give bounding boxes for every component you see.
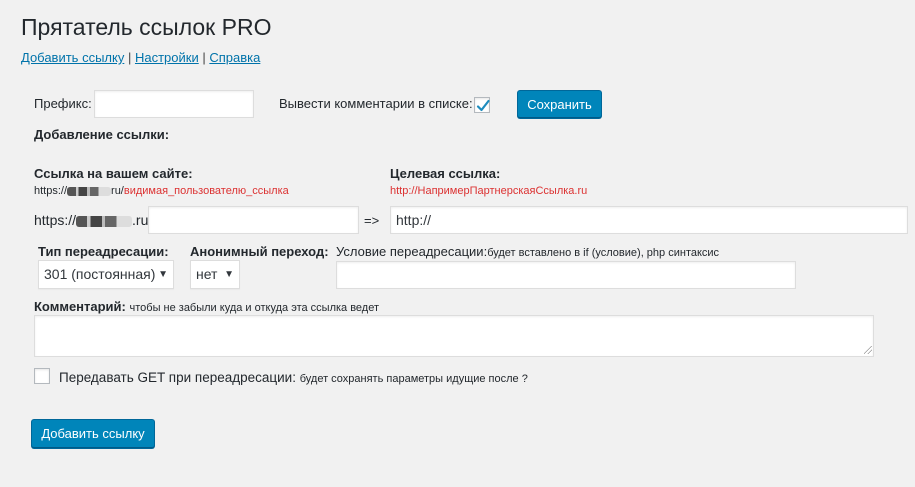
site-link-example-prefix: https:// [34, 185, 68, 197]
checkmark-icon [476, 99, 490, 112]
target-link-input[interactable] [390, 206, 908, 234]
anon-value: нет [196, 266, 218, 282]
nav-links: Добавить ссылку | Настройки | Справка [21, 50, 260, 65]
get-params-label-wrap: Передавать GET при переадресации: будет … [59, 370, 528, 385]
site-prefix-scheme: https:// [34, 212, 77, 228]
anon-select[interactable]: нет ▼ [190, 260, 240, 289]
add-link-heading: Добавление ссылки: [34, 127, 170, 142]
target-link-example: http://НапримерПартнерскаяСсылка.ru [390, 185, 588, 197]
caret-down-icon: ▼ [158, 269, 168, 280]
nav-separator: | [202, 50, 206, 65]
site-link-example: https:// ru/видимая_пользователю_ссылка [34, 185, 289, 197]
resize-handle-icon[interactable] [864, 346, 872, 354]
add-link-button[interactable]: Добавить ссылку [31, 419, 155, 448]
site-link-example-suffix: ru/ [111, 185, 124, 197]
get-params-checkbox[interactable] [34, 368, 50, 384]
nav-separator: | [127, 50, 132, 65]
site-link-example-path: видимая_пользователю_ссылка [123, 185, 289, 197]
page-title: Прятатель ссылок PRO [21, 14, 272, 40]
site-prefix: https://.ru/ [34, 212, 152, 228]
nav-add-link[interactable]: Добавить ссылку [21, 50, 124, 65]
masked-domain [67, 186, 112, 196]
prefix-input[interactable] [94, 90, 254, 118]
comment-label: Комментарий: [34, 299, 126, 314]
get-params-label: Передавать GET при переадресации: [59, 370, 296, 385]
redirect-type-label: Тип переадресации: [38, 244, 169, 259]
redirect-type-value: 301 (постоянная) [44, 266, 156, 282]
redirect-type-select[interactable]: 301 (постоянная) ▼ [38, 260, 174, 289]
show-comments-checkbox[interactable] [474, 97, 490, 113]
comment-textarea[interactable] [34, 315, 874, 357]
comment-label-wrap: Комментарий: чтобы не забыли куда и отку… [34, 299, 379, 314]
condition-hint: будет вставлено в if (условие), php синт… [487, 247, 720, 259]
condition-label-wrap: Условие переадресации:будет вставлено в … [336, 244, 719, 259]
show-comments-label: Вывести комментарии в списке: [279, 96, 473, 111]
comment-hint: чтобы не забыли куда и откуда эта ссылка… [129, 302, 380, 314]
get-params-hint: будет сохранять параметры идущие после ? [299, 373, 528, 385]
caret-down-icon: ▼ [224, 269, 234, 280]
target-link-label: Целевая ссылка: [390, 166, 501, 181]
condition-input[interactable] [336, 261, 796, 289]
anon-label: Анонимный переход: [190, 244, 329, 259]
nav-settings[interactable]: Настройки [135, 50, 199, 65]
condition-label: Условие переадресации: [336, 244, 488, 259]
nav-help[interactable]: Справка [209, 50, 260, 65]
prefix-label: Префикс: [34, 96, 92, 111]
masked-domain [76, 215, 133, 227]
save-button[interactable]: Сохранить [517, 90, 602, 118]
site-path-input[interactable] [148, 206, 359, 234]
site-link-label: Ссылка на вашем сайте: [34, 166, 193, 181]
arrow: => [364, 213, 380, 228]
